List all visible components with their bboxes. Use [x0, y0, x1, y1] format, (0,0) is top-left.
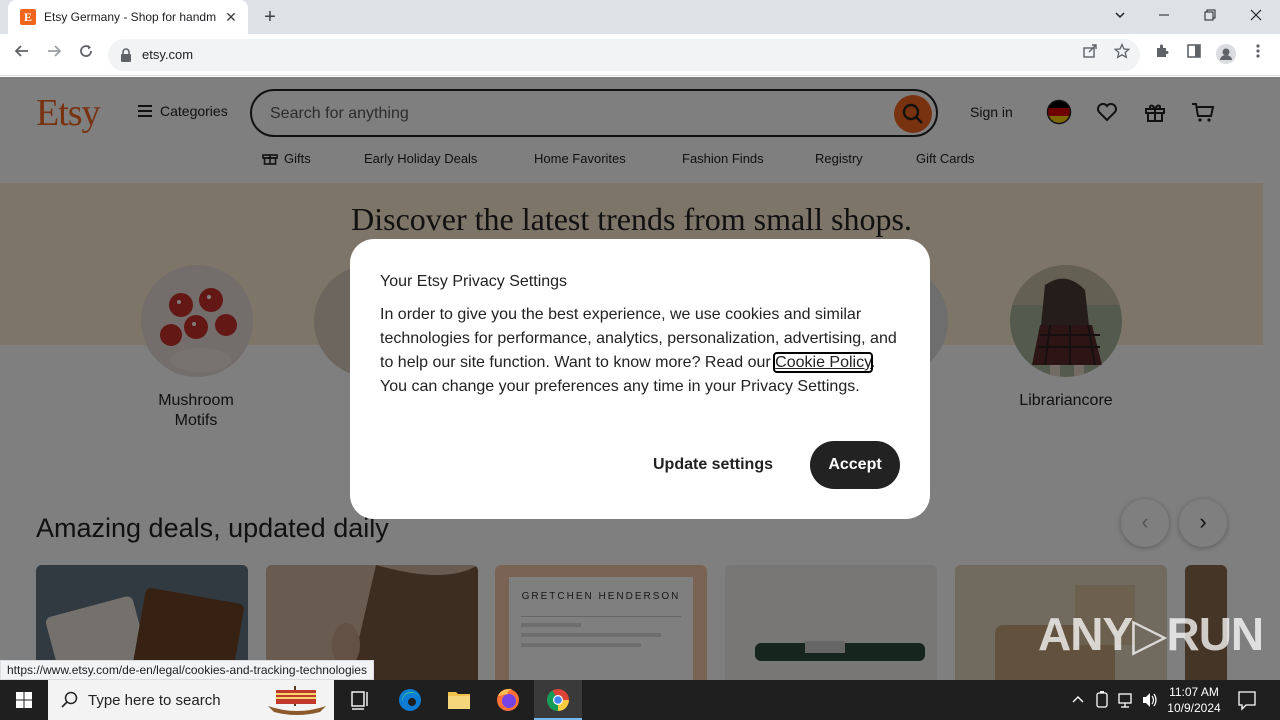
address-bar[interactable]: etsy.com: [108, 39, 1140, 71]
restore-icon[interactable]: [1194, 4, 1226, 28]
profile-icon[interactable]: [1214, 43, 1238, 67]
privacy-settings-dialog: Your Etsy Privacy Settings In order to g…: [350, 239, 930, 519]
lock-icon[interactable]: [120, 48, 132, 62]
status-bar-url: https://www.etsy.com/de-en/legal/cookies…: [0, 660, 374, 680]
side-panel-icon[interactable]: [1182, 43, 1206, 67]
clock-time: 11:07 AM: [1169, 685, 1219, 699]
task-view-icon[interactable]: [336, 680, 384, 720]
windows-taskbar: Type here to search 11:07 AM 10/9/2024: [0, 680, 1280, 720]
taskbar-search[interactable]: Type here to search: [48, 680, 334, 720]
tab-title: Etsy Germany - Shop for handmade: [44, 10, 216, 24]
file-explorer-icon[interactable]: [435, 680, 483, 720]
menu-kebab-icon[interactable]: [1246, 43, 1270, 67]
volume-icon[interactable]: [1140, 680, 1160, 720]
network-icon[interactable]: [1116, 680, 1136, 720]
edge-icon[interactable]: [386, 680, 434, 720]
dialog-title: Your Etsy Privacy Settings: [380, 273, 568, 290]
battery-icon[interactable]: [1092, 680, 1112, 720]
tab-search-icon[interactable]: [1104, 4, 1136, 28]
notifications-icon[interactable]: [1232, 680, 1262, 720]
minimize-icon[interactable]: [1148, 4, 1180, 28]
etsy-page: Etsy Categories Sign in Gifts Early Holi…: [0, 77, 1280, 680]
close-window-icon[interactable]: [1240, 4, 1272, 28]
accept-button[interactable]: Accept: [810, 441, 900, 489]
taskbar-search-placeholder: Type here to search: [88, 692, 221, 709]
etsy-favicon-icon: E: [20, 9, 36, 25]
browser-tab[interactable]: E Etsy Germany - Shop for handmade ✕: [8, 0, 248, 34]
extensions-icon[interactable]: [1150, 43, 1174, 67]
back-icon[interactable]: [10, 43, 34, 67]
dialog-body: In order to give you the best experience…: [380, 306, 897, 395]
firefox-icon[interactable]: [484, 680, 532, 720]
taskbar-clock[interactable]: 11:07 AM 10/9/2024: [1162, 684, 1226, 716]
clock-date: 10/9/2024: [1167, 701, 1221, 715]
chrome-icon[interactable]: [534, 680, 582, 720]
browser-toolbar: etsy.com: [0, 34, 1280, 76]
forward-icon[interactable]: [42, 43, 66, 67]
start-button[interactable]: [0, 680, 48, 720]
cookie-policy-link[interactable]: Cookie Policy: [773, 352, 873, 373]
bookmark-star-icon[interactable]: [1110, 42, 1134, 67]
windows-logo-icon: [16, 692, 32, 708]
search-icon: [61, 691, 78, 708]
tab-close-icon[interactable]: ✕: [222, 8, 240, 26]
share-icon[interactable]: [1078, 43, 1102, 67]
url-text[interactable]: etsy.com: [142, 47, 193, 62]
new-tab-button[interactable]: +: [258, 6, 282, 30]
reload-icon[interactable]: [74, 43, 98, 67]
tray-overflow-icon[interactable]: [1068, 680, 1088, 720]
viking-ship-icon: [268, 686, 326, 715]
update-settings-button[interactable]: Update settings: [638, 441, 788, 489]
anyrun-watermark: ANY▷RUN: [1038, 608, 1264, 660]
browser-tabstrip: E Etsy Germany - Shop for handmade ✕ +: [0, 0, 1280, 34]
